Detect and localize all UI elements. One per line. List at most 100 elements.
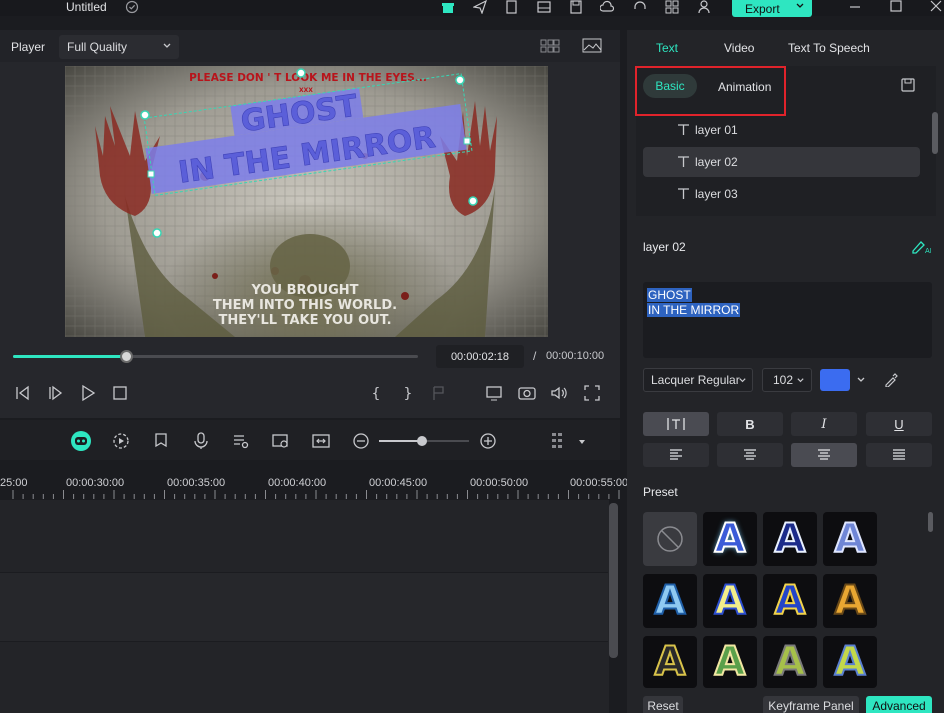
layer-item[interactable]: layer 03 xyxy=(643,179,920,209)
current-time[interactable]: 00:00:02:18 xyxy=(436,345,524,368)
headset-icon[interactable] xyxy=(633,0,647,14)
microphone-icon[interactable] xyxy=(192,432,210,450)
image-icon[interactable] xyxy=(582,38,602,53)
text-color-swatch[interactable] xyxy=(820,369,850,391)
keyframe-panel-button[interactable]: Keyframe Panel xyxy=(763,696,859,713)
grid-icon[interactable] xyxy=(665,0,679,14)
align-center-active-button[interactable] xyxy=(791,443,857,467)
timeline-scroll-thumb[interactable] xyxy=(609,503,618,658)
snapshot-icon[interactable] xyxy=(518,384,536,402)
progress-knob[interactable] xyxy=(120,350,133,363)
zoom-in-icon[interactable] xyxy=(479,432,497,450)
reset-button[interactable]: Reset xyxy=(643,696,683,713)
play-icon[interactable] xyxy=(79,384,97,402)
tab-text-to-speech[interactable]: Text To Speech xyxy=(788,41,870,55)
resize-handle[interactable] xyxy=(140,110,150,120)
stop-icon[interactable] xyxy=(111,384,129,402)
next-frame-icon[interactable] xyxy=(46,384,64,402)
previous-frame-icon[interactable] xyxy=(13,384,31,402)
video-preview[interactable]: PLEASE DON ' T LOOK ME IN THE EYES... XX… xyxy=(65,66,548,337)
resize-handle[interactable] xyxy=(147,170,155,178)
no-style-icon xyxy=(657,526,683,552)
ruler-label: 00:00:50:00 xyxy=(470,477,529,489)
preset-item[interactable]: A xyxy=(823,636,877,688)
layer-item[interactable]: layer 01 xyxy=(643,115,920,145)
track-row[interactable] xyxy=(0,642,608,713)
preset-item[interactable]: A xyxy=(703,636,757,688)
track-row[interactable] xyxy=(0,573,608,641)
file-settings-icon[interactable] xyxy=(505,0,519,14)
ai-edit-icon[interactable]: AI xyxy=(911,238,931,254)
layout-icon[interactable] xyxy=(537,0,551,14)
split-screen-icon[interactable] xyxy=(312,432,330,450)
bold-button[interactable]: B xyxy=(717,412,783,436)
cloud-upload-icon[interactable] xyxy=(600,0,614,14)
chevron-down-icon[interactable] xyxy=(856,375,866,385)
maximize-icon[interactable] xyxy=(889,0,903,14)
align-left-button[interactable] xyxy=(643,443,709,467)
advanced-button[interactable]: Advanced xyxy=(866,696,932,713)
resize-handle[interactable] xyxy=(455,75,465,85)
italic-button[interactable]: I xyxy=(791,412,857,436)
ai-robot-icon[interactable] xyxy=(70,430,92,452)
auto-reframe-icon[interactable] xyxy=(112,432,130,450)
save-icon[interactable] xyxy=(569,0,583,14)
ruler-label: 00:00:45:00 xyxy=(369,477,428,489)
resize-handle[interactable] xyxy=(468,196,478,206)
volume-icon[interactable] xyxy=(550,384,568,402)
align-center-icon xyxy=(818,449,830,460)
rotate-handle[interactable] xyxy=(296,68,306,78)
align-left-icon xyxy=(670,449,682,460)
user-icon[interactable] xyxy=(697,0,711,14)
zoom-slider-knob[interactable] xyxy=(417,436,427,446)
resize-handle[interactable] xyxy=(152,228,162,238)
font-size-dropdown[interactable]: 102 xyxy=(762,368,812,392)
text-content-input[interactable]: GHOST IN THE MIRROR xyxy=(643,282,932,358)
preset-item[interactable]: A xyxy=(643,574,697,628)
close-icon[interactable] xyxy=(929,0,943,14)
video-bottom-line2: THEM INTO THIS WORLD. xyxy=(213,298,397,313)
preset-item[interactable]: A xyxy=(823,512,877,566)
eyedropper-icon[interactable] xyxy=(884,373,898,387)
audio-list-icon[interactable] xyxy=(232,432,250,450)
grid-view-icon[interactable] xyxy=(540,39,560,53)
chevron-down-icon[interactable] xyxy=(577,437,587,447)
mark-out-icon[interactable]: } xyxy=(399,384,417,402)
layer-item-selected[interactable]: layer 02 xyxy=(643,147,920,177)
send-icon[interactable] xyxy=(473,0,487,14)
font-dropdown[interactable]: Lacquer Regular xyxy=(643,368,753,392)
preset-item[interactable]: A xyxy=(763,636,817,688)
gift-icon[interactable] xyxy=(441,0,455,14)
character-spacing-button[interactable] xyxy=(643,412,709,436)
tab-video[interactable]: Video xyxy=(724,41,754,55)
resize-handle[interactable] xyxy=(463,137,471,145)
marker-icon[interactable] xyxy=(152,432,170,450)
preset-item[interactable]: A xyxy=(703,574,757,628)
tab-text[interactable]: Text xyxy=(656,41,678,55)
layer-list-scrollbar[interactable] xyxy=(932,112,938,154)
marker-icon[interactable] xyxy=(431,384,449,402)
quality-dropdown[interactable]: Full Quality xyxy=(59,35,179,59)
track-grid-icon[interactable] xyxy=(550,431,570,451)
save-preset-icon[interactable] xyxy=(901,78,915,92)
preset-item[interactable]: A xyxy=(823,574,877,628)
project-title: Untitled xyxy=(66,0,107,14)
preset-item[interactable]: A xyxy=(703,512,757,566)
align-justify-button[interactable] xyxy=(866,443,932,467)
fullscreen-icon[interactable] xyxy=(583,384,601,402)
preview-render-icon[interactable] xyxy=(272,432,290,450)
display-settings-icon[interactable] xyxy=(486,384,504,402)
minimize-icon[interactable] xyxy=(848,0,862,14)
preset-item[interactable]: A xyxy=(643,636,697,688)
preset-item[interactable]: A xyxy=(763,512,817,566)
align-center-button[interactable] xyxy=(717,443,783,467)
preset-item[interactable]: A xyxy=(763,574,817,628)
mark-in-icon[interactable]: { xyxy=(367,384,385,402)
preset-letter: A xyxy=(774,516,807,562)
preset-scrollbar[interactable] xyxy=(928,512,933,532)
underline-button[interactable]: U xyxy=(866,412,932,436)
preset-none[interactable] xyxy=(643,512,697,566)
export-button[interactable]: Export xyxy=(732,0,812,17)
track-row[interactable] xyxy=(0,500,608,572)
zoom-out-icon[interactable] xyxy=(352,432,370,450)
